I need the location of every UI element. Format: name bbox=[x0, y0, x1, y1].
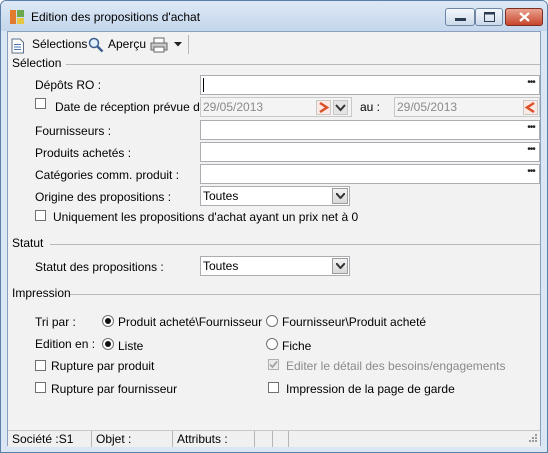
tri-option-fournisseur-produit[interactable]: Fournisseur\Produit acheté bbox=[282, 314, 426, 330]
prix-net-checkbox[interactable] bbox=[35, 210, 46, 221]
produits-field[interactable]: ••• bbox=[200, 142, 540, 162]
printer-icon[interactable] bbox=[150, 36, 168, 54]
origine-value: Toutes bbox=[203, 189, 239, 203]
date-to-value: 29/05/2013 bbox=[397, 100, 458, 114]
categories-field[interactable]: ••• bbox=[200, 164, 540, 184]
app-icon bbox=[10, 10, 24, 24]
section-divider bbox=[66, 64, 540, 65]
calendar-icon[interactable] bbox=[523, 100, 538, 115]
rupture-fournisseur-label: Rupture par fournisseur bbox=[51, 382, 178, 396]
radio-selected-dot bbox=[105, 341, 111, 347]
selections-button[interactable]: Sélections bbox=[32, 35, 87, 53]
window: Edition des propositions d'achat Sélecti… bbox=[0, 0, 548, 453]
edition-option-fiche[interactable]: Fiche bbox=[282, 338, 311, 354]
fournisseurs-browse-button[interactable]: ••• bbox=[523, 121, 539, 139]
statut-value: Toutes bbox=[203, 259, 239, 273]
chevron-down-icon bbox=[336, 263, 345, 269]
fournisseurs-label: Fournisseurs : bbox=[35, 124, 112, 138]
tri-label: Tri par : bbox=[35, 315, 76, 329]
status-bar: Société :S1 Objet : Attributs : bbox=[8, 430, 540, 447]
apercu-button[interactable]: Aperçu bbox=[108, 35, 146, 53]
text-cursor bbox=[203, 78, 204, 92]
edition-radio-liste[interactable] bbox=[102, 338, 114, 350]
toolbar: Sélections Aperçu bbox=[8, 32, 540, 56]
statut-label: Statut des propositions : bbox=[35, 260, 164, 274]
minimize-icon bbox=[455, 18, 466, 21]
edition-radio-fiche[interactable] bbox=[266, 338, 278, 350]
section-selection-title: Sélection bbox=[12, 56, 62, 70]
status-empty-1 bbox=[255, 431, 273, 447]
status-societe: Société :S1 bbox=[8, 431, 92, 447]
selections-icon bbox=[11, 38, 24, 54]
date-to-field[interactable]: 29/05/2013 bbox=[394, 97, 540, 117]
close-button[interactable] bbox=[505, 8, 543, 26]
chevron-down-icon bbox=[336, 193, 345, 199]
fournisseurs-field[interactable]: ••• bbox=[200, 120, 540, 140]
chevron-down-icon[interactable] bbox=[174, 42, 182, 60]
date-checkbox-label: Date de réception prévue du : bbox=[55, 100, 214, 114]
tri-radio-produit-fournisseur[interactable] bbox=[102, 315, 114, 327]
prix-net-label: Uniquement les propositions d'achat ayan… bbox=[53, 210, 359, 224]
title-bar[interactable]: Edition des propositions d'achat bbox=[1, 1, 547, 31]
rupture-produit-label: Rupture par produit bbox=[51, 359, 155, 373]
close-icon bbox=[519, 12, 530, 22]
chevron-down-icon[interactable] bbox=[333, 100, 348, 115]
depots-field[interactable]: ••• bbox=[200, 75, 540, 95]
check-icon bbox=[269, 361, 278, 369]
apercu-icon bbox=[88, 37, 104, 53]
minimize-button[interactable] bbox=[445, 8, 475, 26]
produits-browse-button[interactable]: ••• bbox=[523, 143, 539, 161]
date-to-label: au : bbox=[360, 100, 381, 114]
tri-radio-fournisseur-produit[interactable] bbox=[266, 315, 278, 327]
radio-selected-dot bbox=[105, 318, 111, 324]
section-divider bbox=[50, 244, 540, 245]
editer-detail-checkbox[interactable] bbox=[268, 359, 279, 370]
produits-label: Produits achetés : bbox=[35, 146, 132, 160]
tri-option-produit-fournisseur[interactable]: Produit acheté\Fournisseur bbox=[118, 314, 262, 330]
page-garde-label: Impression de la page de garde bbox=[286, 382, 455, 396]
maximize-button[interactable] bbox=[475, 8, 503, 26]
origine-dropdown-button[interactable] bbox=[332, 188, 348, 204]
edition-option-liste[interactable]: Liste bbox=[118, 338, 143, 354]
edition-label: Edition en : bbox=[35, 337, 96, 351]
rupture-produit-checkbox[interactable] bbox=[35, 360, 46, 371]
section-statut-title: Statut bbox=[12, 236, 44, 250]
origine-label: Origine des propositions : bbox=[35, 190, 172, 204]
date-from-field[interactable]: 29/05/2013 bbox=[200, 97, 352, 117]
calendar-icon[interactable] bbox=[316, 100, 331, 115]
date-from-value: 29/05/2013 bbox=[203, 100, 264, 114]
origine-select[interactable]: Toutes bbox=[200, 186, 350, 206]
page-garde-checkbox[interactable] bbox=[268, 382, 279, 393]
date-checkbox[interactable] bbox=[35, 98, 46, 109]
section-impression-title: Impression bbox=[12, 286, 71, 300]
statut-select[interactable]: Toutes bbox=[200, 256, 350, 276]
depots-label: Dépôts RO : bbox=[35, 78, 102, 92]
window-title: Edition des propositions d'achat bbox=[31, 10, 201, 24]
maximize-icon bbox=[484, 12, 495, 22]
client-area: Sélections Aperçu Sélection Dépôts RO : … bbox=[7, 31, 541, 447]
toolbar-separator bbox=[188, 35, 189, 54]
status-empty-2 bbox=[273, 431, 289, 447]
status-objet: Objet : bbox=[92, 431, 173, 447]
resize-grip-icon[interactable] bbox=[527, 434, 538, 445]
statut-dropdown-button[interactable] bbox=[332, 258, 348, 274]
status-attributs: Attributs : bbox=[173, 431, 255, 447]
editer-detail-label: Editer le détail des besoins/engagements bbox=[286, 359, 506, 373]
categories-label: Catégories comm. produit : bbox=[35, 168, 180, 182]
categories-browse-button[interactable]: ••• bbox=[523, 165, 539, 183]
section-divider bbox=[70, 294, 540, 295]
rupture-fournisseur-checkbox[interactable] bbox=[35, 382, 46, 393]
depots-browse-button[interactable]: ••• bbox=[523, 76, 539, 94]
